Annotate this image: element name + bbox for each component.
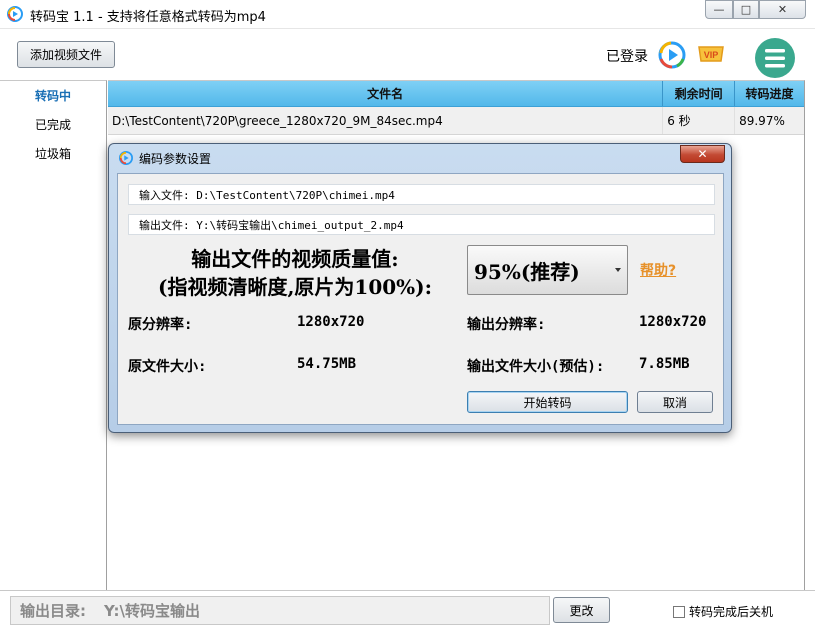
table-row[interactable]: D:\TestContent\720P\greece_1280x720_9M_8… <box>108 107 804 135</box>
chevron-down-icon <box>615 268 621 272</box>
login-status: 已登录 <box>606 49 648 65</box>
close-icon: ✕ <box>697 147 708 161</box>
output-size-label: 输出文件大小(预估): <box>467 359 605 375</box>
bottom-bar: 输出目录: Y:\转码宝输出 更改 转码完成后关机 <box>0 590 815 630</box>
output-resolution-label: 输出分辨率: <box>467 317 546 333</box>
vip-badge-text: VIP <box>704 50 719 60</box>
quality-dropdown[interactable]: 95%(推荐) <box>467 245 628 295</box>
output-directory-label: 输出目录: <box>20 602 86 620</box>
column-remaining[interactable]: 剩余时间 <box>663 81 736 106</box>
cancel-button[interactable]: 取消 <box>637 391 713 413</box>
dialog-logo-icon <box>119 151 133 165</box>
toolbar: 添加视频文件 已登录 VIP <box>0 28 815 80</box>
close-button[interactable]: ✕ <box>759 0 806 19</box>
output-directory-path: Y:\转码宝输出 <box>104 602 201 620</box>
cell-progress: 89.97% <box>739 113 785 128</box>
column-filename[interactable]: 文件名 <box>108 81 664 106</box>
app-logo-icon <box>7 6 23 22</box>
maximize-icon: □ <box>740 3 752 16</box>
output-file-field[interactable]: 输出文件: Y:\转码宝输出\chimei_output_2.mp4 <box>128 214 715 235</box>
sidebar-item-converting[interactable]: 转码中 <box>0 81 106 110</box>
quality-label-line2: (指视频清晰度,原片为100%): <box>157 275 433 299</box>
sidebar: 转码中 已完成 垃圾箱 <box>0 80 107 590</box>
help-link[interactable]: 帮助? <box>640 260 676 280</box>
original-size-label: 原文件大小: <box>128 359 207 375</box>
table-header: 文件名 剩余时间 转码进度 <box>108 81 804 107</box>
shutdown-label: 转码完成后关机 <box>689 605 774 619</box>
title-bar: 转码宝 1.1 - 支持将任意格式转码为mp4 — □ ✕ <box>0 0 815 28</box>
original-resolution-value: 1280x720 <box>297 314 365 330</box>
close-icon: ✕ <box>777 3 788 16</box>
input-file-field[interactable]: 输入文件: D:\TestContent\720P\chimei.mp4 <box>128 184 715 205</box>
dialog-title: 编码参数设置 <box>139 152 212 166</box>
start-transcode-button[interactable]: 开始转码 <box>467 391 628 413</box>
shutdown-checkbox[interactable] <box>673 605 685 618</box>
encoding-settings-dialog: 编码参数设置 ✕ 输入文件: D:\TestContent\720P\chime… <box>108 143 732 433</box>
cell-filename: D:\TestContent\720P\greece_1280x720_9M_8… <box>108 107 664 134</box>
add-video-button[interactable]: 添加视频文件 <box>17 41 115 68</box>
dialog-body: 输入文件: D:\TestContent\720P\chimei.mp4 输出文… <box>117 173 724 425</box>
output-resolution-value: 1280x720 <box>639 314 707 330</box>
output-size-value: 7.85MB <box>639 356 690 372</box>
player-logo-icon[interactable] <box>657 40 687 70</box>
cell-remaining: 6 秒 <box>663 107 736 134</box>
output-directory-field: 输出目录: Y:\转码宝输出 <box>10 596 550 625</box>
sidebar-item-completed[interactable]: 已完成 <box>0 110 106 139</box>
column-progress[interactable]: 转码进度 <box>735 81 804 106</box>
quality-selected-value: 95%(推荐) <box>474 259 580 284</box>
vip-badge-icon[interactable]: VIP <box>696 43 726 65</box>
menu-icon[interactable] <box>754 37 796 79</box>
minimize-button[interactable]: — <box>705 0 733 19</box>
quality-label-line1: 输出文件的视频质量值: <box>191 247 399 271</box>
dialog-close-button[interactable]: ✕ <box>680 145 725 163</box>
original-resolution-label: 原分辨率: <box>128 317 193 333</box>
maximize-button[interactable]: □ <box>733 0 759 19</box>
minimize-icon: — <box>713 3 725 16</box>
sidebar-item-trash[interactable]: 垃圾箱 <box>0 139 106 168</box>
change-directory-button[interactable]: 更改 <box>553 597 610 623</box>
window-title: 转码宝 1.1 - 支持将任意格式转码为mp4 <box>30 10 266 25</box>
shutdown-option[interactable]: 转码完成后关机 <box>673 603 773 620</box>
quality-label: 输出文件的视频质量值: (指视频清晰度,原片为100%): <box>130 245 460 301</box>
original-size-value: 54.75MB <box>297 356 357 372</box>
